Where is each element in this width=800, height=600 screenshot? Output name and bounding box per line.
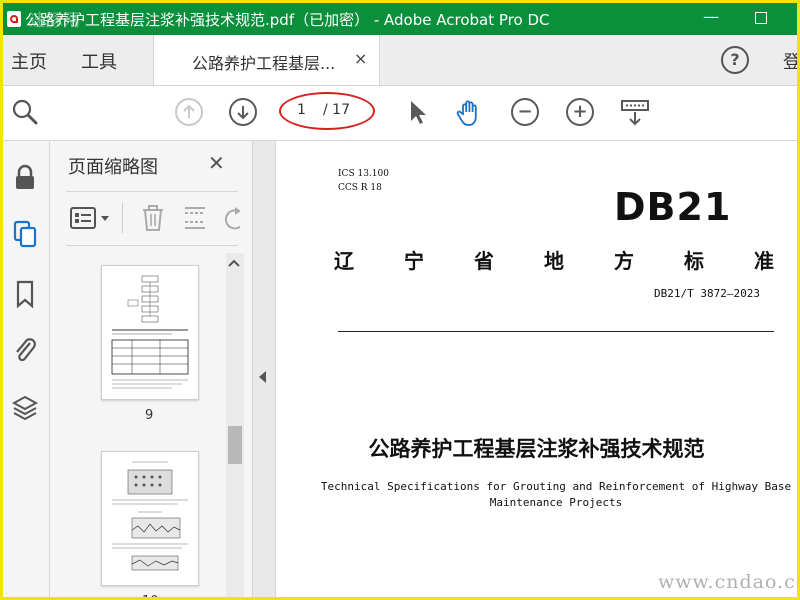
category-char: 方: [614, 249, 634, 273]
thumbnail-label: 10: [142, 594, 159, 597]
category-char: 宁: [404, 249, 424, 273]
hand-tool-icon[interactable]: [455, 98, 483, 126]
category-char: 辽: [334, 249, 354, 273]
panel-splitter[interactable]: [253, 141, 276, 597]
page-display-icon[interactable]: [619, 98, 651, 126]
ics-code: ICS 13.100: [338, 169, 389, 179]
category-char: 省: [474, 249, 494, 273]
lock-icon[interactable]: [11, 163, 39, 191]
document-title-en: Technical Specifications for Grouting an…: [316, 479, 796, 511]
document-title-cn: 公路养护工程基层注浆补强技术规范: [368, 437, 705, 461]
zoom-out-button[interactable]: −: [511, 98, 539, 126]
page-thumbnails-panel: 页面缩略图 ✕ 9: [50, 141, 253, 597]
divider: [66, 191, 238, 192]
app-frame: 速豚网 公路养护工程基层注浆补强技术规范.pdf（已加密） - Adobe Ac…: [0, 0, 800, 600]
select-tool-icon[interactable]: [405, 98, 433, 126]
panel-title: 页面缩略图: [68, 157, 158, 178]
tab-close-button[interactable]: ×: [354, 49, 367, 68]
layers-icon[interactable]: [11, 393, 39, 421]
bookmark-icon[interactable]: [11, 279, 39, 309]
title-en-line: Maintenance Projects: [489, 496, 623, 509]
page-thumbnails-icon[interactable]: [11, 219, 39, 248]
page-thumbnail-9[interactable]: [101, 265, 199, 400]
previous-page-button[interactable]: [175, 98, 203, 126]
sign-in-link[interactable]: 登: [783, 48, 797, 74]
rotate-page-icon[interactable]: [222, 205, 240, 233]
help-icon[interactable]: ?: [721, 46, 749, 74]
options-menu-button[interactable]: [70, 205, 116, 231]
acrobat-app-icon: [7, 11, 21, 27]
divider: [338, 331, 774, 332]
title-en-line: Technical Specifications for Grouting an…: [320, 480, 792, 493]
divider: [122, 203, 123, 233]
page-thumbnail-10[interactable]: [101, 451, 199, 586]
toolbar: 1 / 17 − +: [3, 86, 797, 141]
attachment-icon[interactable]: [11, 335, 39, 363]
thumbnail-label: 9: [145, 408, 154, 423]
standard-category: 辽 宁 省 地 方 标 准: [334, 245, 774, 274]
scroll-up-arrow[interactable]: [228, 257, 240, 270]
zoom-in-button[interactable]: +: [566, 98, 594, 126]
classification-codes: ICS 13.100 CCS R 18: [338, 167, 389, 195]
minimize-button[interactable]: —: [699, 7, 723, 29]
delete-page-icon[interactable]: [140, 203, 166, 233]
search-icon[interactable]: [11, 98, 39, 126]
panel-close-button[interactable]: ✕: [208, 151, 225, 175]
site-watermark: www.cndao.com: [658, 571, 797, 593]
document-page: ICS 13.100 CCS R 18 DB21 辽 宁 省 地 方 标 准 D…: [276, 141, 797, 597]
standard-code-logo: DB21: [614, 185, 732, 229]
standard-number: DB21/T 3872—2023: [654, 287, 760, 300]
maximize-button[interactable]: [755, 12, 767, 24]
extract-page-icon[interactable]: [182, 203, 208, 233]
scrollbar-thumb[interactable]: [228, 426, 242, 464]
category-char: 地: [544, 249, 564, 273]
divider: [66, 245, 238, 246]
window-title: 公路养护工程基层注浆补强技术规范.pdf（已加密） - Adobe Acroba…: [25, 11, 550, 29]
tab-document[interactable]: 公路养护工程基层... ×: [153, 35, 380, 85]
next-page-button[interactable]: [229, 98, 257, 126]
left-nav-rail: [3, 141, 50, 597]
tab-home[interactable]: 主页: [11, 48, 47, 74]
tab-tools[interactable]: 工具: [81, 48, 117, 74]
title-bar: 速豚网 公路养护工程基层注浆补强技术规范.pdf（已加密） - Adobe Ac…: [3, 3, 797, 35]
category-char: 准: [754, 249, 774, 273]
ccs-code: CCS R 18: [338, 183, 382, 193]
red-annotation-oval: [279, 92, 375, 130]
category-char: 标: [684, 249, 704, 273]
tab-bar: 主页 工具 公路养护工程基层... × ? 登: [3, 35, 797, 86]
collapse-panel-arrow-icon[interactable]: [259, 371, 266, 383]
tab-document-label: 公路养护工程基层...: [192, 54, 336, 73]
